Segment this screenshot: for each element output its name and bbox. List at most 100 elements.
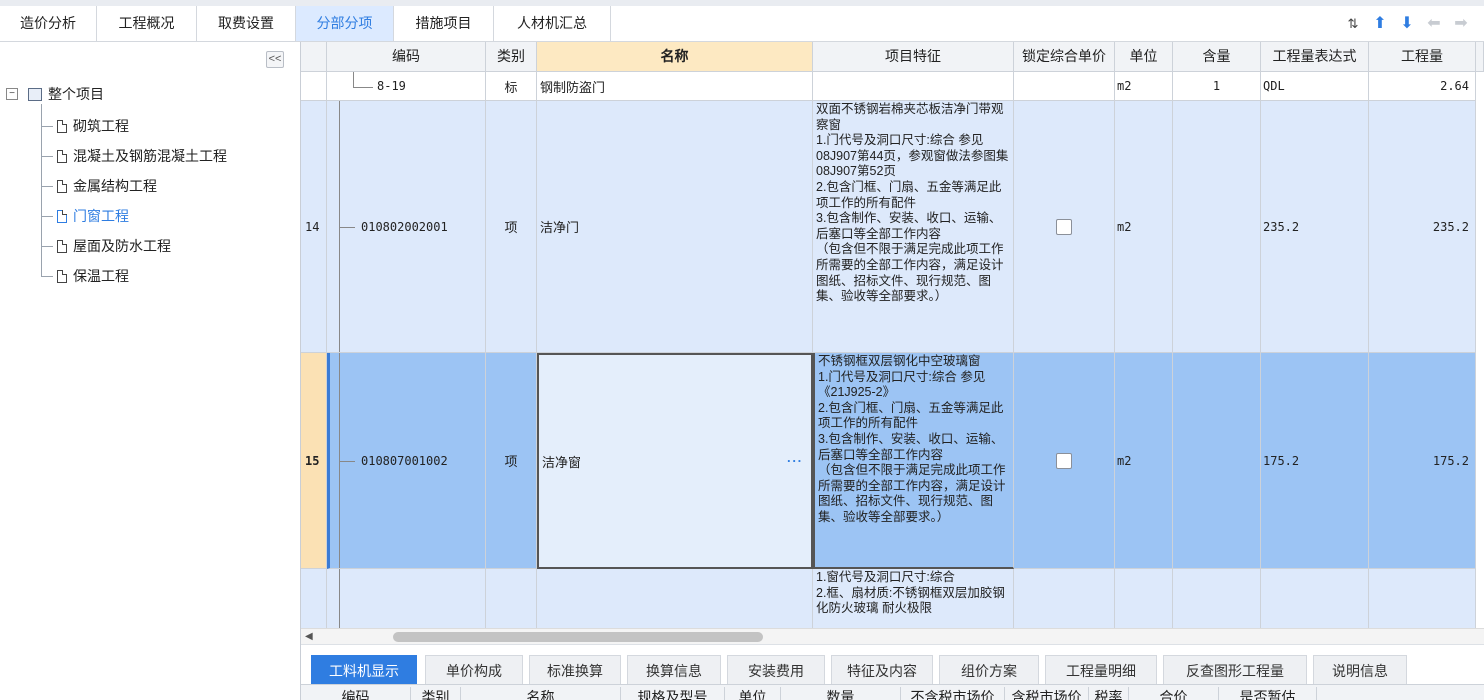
tab-installation-fees[interactable]: 安装费用: [727, 655, 825, 685]
tab-fee-settings[interactable]: 取费设置: [197, 6, 296, 41]
tab-unit-price-composition[interactable]: 单价构成: [425, 655, 523, 685]
bottom-header-total[interactable]: 合价: [1129, 687, 1219, 700]
bottom-header-provisional[interactable]: 是否暂估: [1219, 687, 1317, 700]
app-window: 造价分析 工程概况 取费设置 分部分项 措施项目 人材机汇总 ⇅ ⬆ ⬇ ⬅ ➡…: [0, 0, 1484, 700]
header-name[interactable]: 名称: [537, 42, 813, 72]
bottom-header-price-incl-tax[interactable]: 含税市场价: [1005, 687, 1089, 700]
row-name[interactable]: 钢制防盗门: [537, 72, 813, 101]
document-icon: [57, 269, 67, 283]
tree-item-label: 砌筑工程: [73, 118, 129, 134]
bottom-tab-bar: 工料机显示 单价构成 标准换算 换算信息 安装费用 特征及内容 组价方案 工程量…: [301, 644, 1484, 685]
scroll-left-icon[interactable]: ◀: [305, 631, 313, 642]
row-features[interactable]: [813, 72, 1014, 101]
row-content[interactable]: [1173, 353, 1261, 569]
bottom-header-tax-rate[interactable]: 税率: [1089, 687, 1129, 700]
document-icon: [57, 179, 67, 193]
tab-conversion-info[interactable]: 换算信息: [627, 655, 721, 685]
sort-icon[interactable]: ⇅: [1344, 15, 1362, 33]
tree-item-roofing-waterproof[interactable]: 屋面及防水工程: [41, 236, 171, 256]
arrow-up-icon[interactable]: ⬆: [1371, 15, 1389, 33]
collapse-panel-button[interactable]: <<: [266, 51, 284, 68]
row-unit[interactable]: m2: [1115, 72, 1173, 101]
tab-cost-analysis[interactable]: 造价分析: [0, 6, 97, 41]
row-features: 双面不锈钢岩棉夹芯板洁净门带观察窗 1.门代号及洞口尺寸:综合 参见08J907…: [816, 102, 1009, 304]
row-type[interactable]: 标: [486, 72, 537, 101]
bottom-header-spec[interactable]: 规格及型号: [621, 687, 725, 700]
header-qty-expression[interactable]: 工程量表达式: [1261, 42, 1369, 72]
document-icon: [57, 209, 67, 223]
bottom-header-unit[interactable]: 单位: [725, 687, 781, 700]
header-code[interactable]: 编码: [327, 42, 486, 72]
row-quantity[interactable]: 2.64: [1369, 72, 1476, 101]
tab-pricing-scheme[interactable]: 组价方案: [939, 655, 1039, 685]
row-qty-expression[interactable]: 175.2: [1261, 353, 1369, 569]
lock-price-checkbox[interactable]: [1056, 452, 1072, 469]
tab-quantity-details[interactable]: 工程量明细: [1045, 655, 1157, 685]
header-features[interactable]: 项目特征: [813, 42, 1014, 72]
row-number[interactable]: 15: [301, 353, 327, 569]
row-name[interactable]: 洁净门: [537, 101, 813, 353]
bottom-header-code[interactable]: 编码: [301, 687, 411, 700]
document-icon: [57, 149, 67, 163]
row-unit[interactable]: m2: [1115, 101, 1173, 353]
row-quantity[interactable]: 175.2: [1369, 353, 1476, 569]
arrow-right-icon[interactable]: ➡: [1452, 15, 1470, 33]
tab-project-overview[interactable]: 工程概况: [97, 6, 197, 41]
more-options-button[interactable]: ···: [787, 454, 803, 469]
document-icon: [57, 239, 67, 253]
horizontal-scrollbar[interactable]: ◀: [301, 628, 1484, 644]
tree-item-label: 混凝土及钢筋混凝土工程: [73, 148, 227, 164]
header-quantity[interactable]: 工程量: [1369, 42, 1476, 72]
bottom-grid-header: 编码 类别 名称 规格及型号 单位 数量 不含税市场价 含税市场价 税率 合价 …: [301, 684, 1484, 700]
row-name: 洁净窗: [542, 454, 582, 470]
toolbar-icons: ⇅ ⬆ ⬇ ⬅ ➡: [1344, 14, 1470, 34]
row-qty-expression[interactable]: QDL: [1261, 72, 1369, 101]
tree-item-doors-windows[interactable]: 门窗工程: [41, 206, 129, 226]
document-icon: [57, 119, 67, 133]
arrow-left-icon[interactable]: ⬅: [1425, 15, 1443, 33]
header-row-number: [301, 42, 327, 72]
tree-item-concrete[interactable]: 混凝土及钢筋混凝土工程: [41, 146, 227, 166]
items-grid: 编码 类别 名称 项目特征 锁定综合单价 单位 含量 工程量表达式 工程量 8-…: [301, 42, 1484, 628]
tree-item-label: 保温工程: [73, 268, 129, 284]
tree-item-label: 屋面及防水工程: [73, 238, 171, 254]
row-unit[interactable]: m2: [1115, 353, 1173, 569]
header-content[interactable]: 含量: [1173, 42, 1261, 72]
bottom-header-quantity[interactable]: 数量: [781, 687, 901, 700]
project-tree: << − 整个项目 砌筑工程 混凝土及钢筋混凝土工程 金属结构工程 门窗工程 屋…: [0, 42, 301, 700]
bottom-header-type[interactable]: 类别: [411, 687, 461, 700]
tree-item-masonry[interactable]: 砌筑工程: [41, 116, 129, 136]
tree-root-node[interactable]: − 整个项目: [6, 84, 104, 104]
row-features: 1.窗代号及洞口尺寸:综合 2.框、扇材质:不锈钢框双层加胶钢化防火玻璃 耐火极…: [816, 570, 1005, 616]
tab-description-info[interactable]: 说明信息: [1313, 655, 1407, 685]
header-lock-price[interactable]: 锁定综合单价: [1014, 42, 1115, 72]
project-folder-icon: [28, 87, 42, 101]
bottom-header-name[interactable]: 名称: [461, 687, 621, 700]
tree-item-insulation[interactable]: 保温工程: [41, 266, 129, 286]
tab-labor-material-summary[interactable]: 人材机汇总: [494, 6, 611, 41]
tab-labor-material-display[interactable]: 工料机显示: [311, 655, 417, 685]
tab-reverse-graphic-quantity[interactable]: 反查图形工程量: [1163, 655, 1307, 685]
header-unit[interactable]: 单位: [1115, 42, 1173, 72]
scrollbar-thumb[interactable]: [393, 632, 763, 642]
row-content[interactable]: 1: [1173, 72, 1261, 101]
row-content[interactable]: [1173, 101, 1261, 353]
tree-item-label: 门窗工程: [73, 208, 129, 224]
tab-measures[interactable]: 措施项目: [394, 6, 494, 41]
lock-price-checkbox[interactable]: [1056, 218, 1072, 235]
row-quantity[interactable]: 235.2: [1369, 101, 1476, 353]
row-code: 8-19: [377, 79, 406, 93]
row-type[interactable]: 项: [486, 353, 537, 569]
row-type[interactable]: 项: [486, 101, 537, 353]
tab-features-content[interactable]: 特征及内容: [831, 655, 933, 685]
tab-standard-conversion[interactable]: 标准换算: [529, 655, 621, 685]
header-type[interactable]: 类别: [486, 42, 537, 72]
collapse-toggle-icon[interactable]: −: [6, 88, 18, 100]
arrow-down-icon[interactable]: ⬇: [1398, 15, 1416, 33]
tree-item-metal-structure[interactable]: 金属结构工程: [41, 176, 157, 196]
row-number[interactable]: 14: [301, 101, 327, 353]
row-qty-expression[interactable]: 235.2: [1261, 101, 1369, 353]
bottom-header-price-excl-tax[interactable]: 不含税市场价: [901, 687, 1005, 700]
row-name-editing[interactable]: 洁净窗 ···: [537, 353, 813, 569]
tab-sub-items[interactable]: 分部分项: [296, 6, 394, 41]
